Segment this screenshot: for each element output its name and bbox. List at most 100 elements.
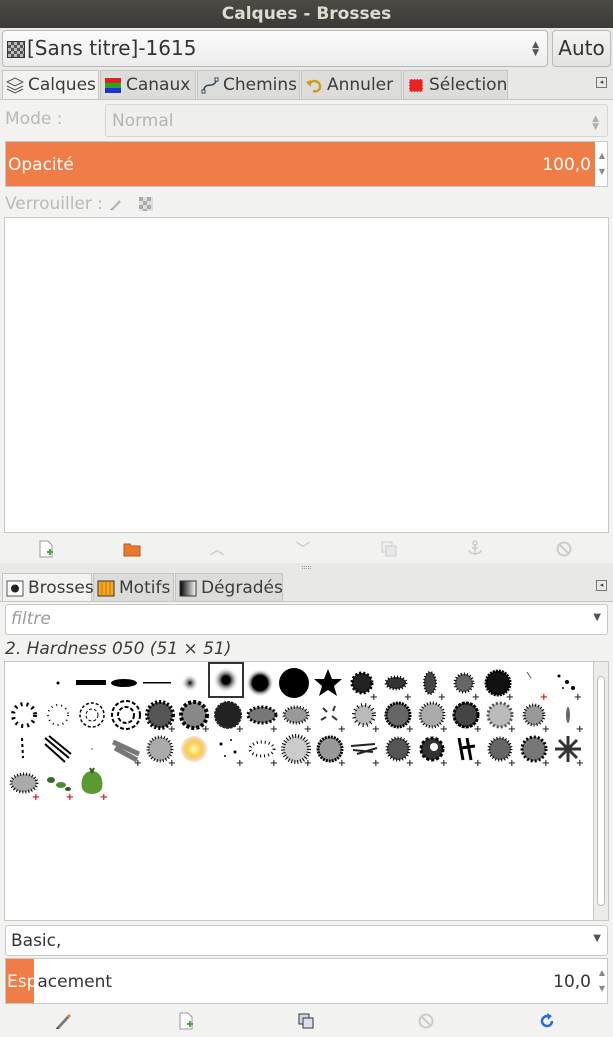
brush-cell[interactable]: +	[379, 666, 413, 703]
brush-cell[interactable]	[177, 732, 211, 766]
brush-cell[interactable]: +	[313, 732, 347, 769]
brush-cell[interactable]	[41, 698, 75, 732]
brush-cell[interactable]	[107, 666, 141, 700]
brush-cell[interactable]: +	[549, 666, 583, 703]
window-title: Calques - Brosses	[0, 0, 613, 28]
brush-cell[interactable]: +	[109, 732, 143, 769]
raise-layer-icon[interactable]: ︿	[208, 540, 226, 558]
tab-chemins[interactable]: Chemins	[197, 70, 300, 99]
brush-cell[interactable]	[41, 666, 75, 700]
scrollbar-thumb[interactable]	[597, 676, 605, 906]
brushes-button-row	[0, 1006, 613, 1036]
brush-cell[interactable]: +	[413, 666, 447, 703]
brush-cell[interactable]: +	[449, 732, 483, 769]
auto-button[interactable]: Auto	[552, 30, 611, 67]
brush-cell[interactable]	[41, 732, 75, 766]
tab-motifs[interactable]: Motifs	[93, 573, 174, 602]
brush-cell[interactable]: +	[345, 666, 379, 703]
tab-selection[interactable]: Sélection	[403, 70, 508, 99]
duplicate-brush-icon[interactable]	[297, 1012, 315, 1030]
brush-cell[interactable]	[7, 732, 41, 766]
brush-cell[interactable]: +	[415, 732, 449, 769]
tab-brosses[interactable]: Brosses	[2, 573, 94, 603]
brush-cell-selected[interactable]	[208, 662, 244, 698]
brush-cell[interactable]: +	[483, 698, 517, 735]
brush-cell[interactable]	[173, 666, 207, 700]
brush-cell[interactable]: +	[279, 698, 313, 735]
new-layer-icon[interactable]	[37, 540, 55, 558]
brush-cell[interactable]: +	[347, 732, 381, 769]
brush-thumb-icon	[213, 667, 239, 693]
new-group-icon[interactable]	[123, 540, 141, 558]
tag-dropdown-icon[interactable]: ▼	[593, 933, 601, 944]
edit-brush-icon[interactable]	[54, 1012, 72, 1030]
brush-cell[interactable]: +	[177, 698, 211, 735]
delete-layer-icon[interactable]	[555, 540, 573, 558]
tab-degrades[interactable]: Dégradés	[175, 573, 283, 602]
brush-cell[interactable]	[311, 666, 345, 700]
channels-icon	[105, 78, 121, 93]
refresh-brushes-icon[interactable]	[538, 1012, 556, 1030]
brush-cell[interactable]: +	[313, 698, 347, 735]
brush-grid-scrollbar[interactable]	[594, 661, 609, 921]
brush-cell[interactable]: +	[517, 732, 551, 769]
lower-layer-icon[interactable]: ﹀	[294, 540, 312, 558]
brush-cell[interactable]: +	[483, 732, 517, 769]
brush-cell[interactable]	[75, 732, 109, 766]
brush-tag-entry[interactable]: Basic, ▼	[5, 925, 608, 956]
brush-thumb-icon	[279, 668, 309, 698]
spacing-spin-icon[interactable]: ▲ ▼	[599, 965, 605, 997]
brush-grid[interactable]: + + + + + + + + + + + + + + + + + + + + …	[4, 661, 594, 921]
brush-cell[interactable]	[140, 666, 174, 700]
brush-cell[interactable]: +	[7, 766, 41, 803]
brush-cell[interactable]: +	[245, 698, 279, 735]
layers-list[interactable]	[4, 217, 609, 533]
brush-cell[interactable]: +	[41, 766, 75, 803]
tab-annuler[interactable]: Annuler	[301, 70, 402, 99]
brush-cell[interactable]	[277, 666, 311, 700]
brush-cell[interactable]	[109, 698, 143, 732]
brush-lock-icon[interactable]	[108, 196, 124, 212]
brush-cell[interactable]: +	[279, 732, 313, 769]
opacity-spin-icon[interactable]: ▲ ▼	[599, 148, 605, 180]
brush-cell[interactable]: +	[551, 732, 585, 769]
tab-canaux[interactable]: Canaux	[100, 70, 196, 99]
brush-cell[interactable]: +	[143, 732, 177, 769]
brush-cell[interactable]: +	[347, 698, 381, 735]
brush-cell[interactable]: +	[75, 766, 109, 803]
brush-cell[interactable]: +	[551, 698, 585, 735]
brush-cell[interactable]	[7, 698, 41, 732]
mode-combo[interactable]: Normal ▲ ▼	[105, 104, 608, 137]
brush-cell[interactable]: +	[245, 732, 279, 769]
brush-cell[interactable]	[74, 666, 108, 700]
brush-cell[interactable]: +	[415, 698, 449, 735]
brush-cell[interactable]: +	[447, 666, 481, 703]
alpha-lock-icon[interactable]	[138, 196, 154, 212]
spacing-slider[interactable]: Espacement 10,0 ▲ ▼	[5, 958, 608, 1004]
dock-menu-icon[interactable]: ◂	[596, 77, 607, 88]
anchor-layer-icon[interactable]	[466, 540, 484, 558]
delete-brush-icon[interactable]	[417, 1012, 435, 1030]
new-brush-icon[interactable]	[177, 1012, 195, 1030]
brush-cell[interactable]: +	[481, 666, 515, 703]
layers-button-row: ︿ ﹀	[0, 534, 613, 564]
brush-cell[interactable]: +	[449, 698, 483, 735]
brush-cell[interactable]	[243, 666, 277, 700]
brush-cell[interactable]: +	[381, 698, 415, 735]
filter-dropdown-icon[interactable]: ▼	[593, 612, 601, 623]
brush-cell[interactable]: +	[381, 732, 415, 769]
image-combo[interactable]: [Sans titre]-1615 ▲ ▼	[2, 30, 548, 67]
pane-divider[interactable]	[0, 563, 613, 572]
duplicate-layer-icon[interactable]	[380, 540, 398, 558]
brush-cell[interactable]: +	[515, 666, 549, 703]
brush-cell[interactable]: +	[211, 698, 245, 735]
brush-cell[interactable]: +	[143, 698, 177, 735]
brush-cell[interactable]: +	[517, 698, 551, 735]
brush-cell[interactable]: +	[211, 732, 245, 769]
brush-filter-input[interactable]: filtre ▼	[5, 604, 608, 635]
divider-grip-icon[interactable]	[302, 566, 311, 569]
tab-calques[interactable]: Calques	[2, 70, 99, 100]
brushes-dock-menu-icon[interactable]: ◂	[596, 580, 607, 591]
opacity-slider[interactable]: Opacité 100,0 ▲ ▼	[5, 141, 608, 187]
brush-cell[interactable]	[75, 698, 109, 732]
